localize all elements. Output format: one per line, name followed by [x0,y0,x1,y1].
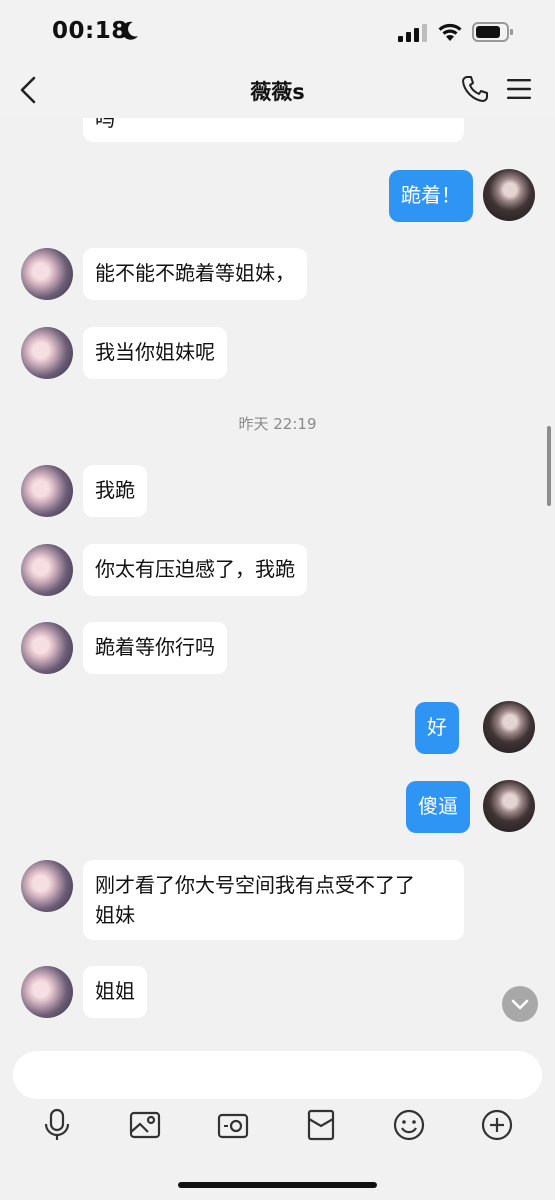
message-text: 跪着等你行吗 [95,635,215,659]
moon-icon [121,21,138,40]
contact-avatar[interactable] [21,860,73,912]
contact-avatar[interactable] [21,544,73,596]
camera-icon[interactable] [216,1108,250,1142]
message-text: 能不能不跪着等姐妹， [95,261,295,285]
my-avatar[interactable] [483,780,535,832]
message-text: 吗 [95,118,115,131]
message-bubble[interactable]: 跪着等你行吗 [83,622,227,674]
message-text: 好 [427,715,447,739]
plus-icon[interactable] [480,1108,514,1142]
message-bubble[interactable]: 我跪 [83,465,147,517]
image-icon[interactable] [128,1108,162,1142]
signal-icon [398,24,427,42]
scroll-to-bottom-button[interactable] [502,986,538,1022]
message-text: 姐妹 [95,903,135,927]
message-bubble[interactable]: 你太有压迫感了，我跪 [83,544,307,596]
my-avatar[interactable] [483,169,535,221]
message-list[interactable]: 吗 跪着！ 能不能不跪着等姐妹， 我当你姐妹呢 昨天 22:19 我跪 你太有压… [0,118,555,1042]
microphone-icon[interactable] [40,1108,74,1142]
message-bubble[interactable]: 能不能不跪着等姐妹， [83,248,307,300]
message-bubble[interactable]: 吗 [83,118,464,142]
battery-icon [472,22,513,42]
scrollbar[interactable] [547,426,551,506]
message-bubble[interactable]: 姐姐 [83,966,147,1018]
emoji-icon[interactable] [392,1108,426,1142]
contact-avatar[interactable] [21,622,73,674]
phone-icon[interactable] [460,74,490,104]
message-input[interactable] [13,1051,542,1099]
message-bubble[interactable]: 刚才看了你大号空间我有点受不了了 姐妹 [83,860,464,940]
message-text: 你太有压迫感了，我跪 [95,557,295,581]
message-bubble[interactable]: 好 [415,702,459,754]
my-avatar[interactable] [483,701,535,753]
message-timestamp: 昨天 22:19 [238,415,317,433]
home-indicator [178,1182,377,1188]
message-text: 跪着！ [401,183,461,207]
input-area [0,1042,555,1200]
message-text: 我跪 [95,478,135,502]
message-text: 傻逼 [418,794,458,818]
contact-avatar[interactable] [21,248,73,300]
message-text: 我当你姐妹呢 [95,340,215,364]
contact-avatar[interactable] [21,327,73,379]
nav-bar: 薇薇s [0,62,555,118]
chevron-down-icon [511,999,529,1010]
contact-avatar[interactable] [21,465,73,517]
message-bubble[interactable]: 傻逼 [406,781,470,833]
status-bar: 00:18 [0,0,555,62]
message-bubble[interactable]: 我当你姐妹呢 [83,327,227,379]
wifi-icon [438,23,462,41]
red-packet-icon[interactable] [304,1108,338,1142]
menu-icon[interactable] [506,78,532,100]
message-text: 姐姐 [95,979,135,1003]
contact-avatar[interactable] [21,966,73,1018]
message-text: 刚才看了你大号空间我有点受不了了 [95,873,415,897]
message-bubble[interactable]: 跪着！ [389,170,473,222]
status-time: 00:18 [52,18,128,44]
